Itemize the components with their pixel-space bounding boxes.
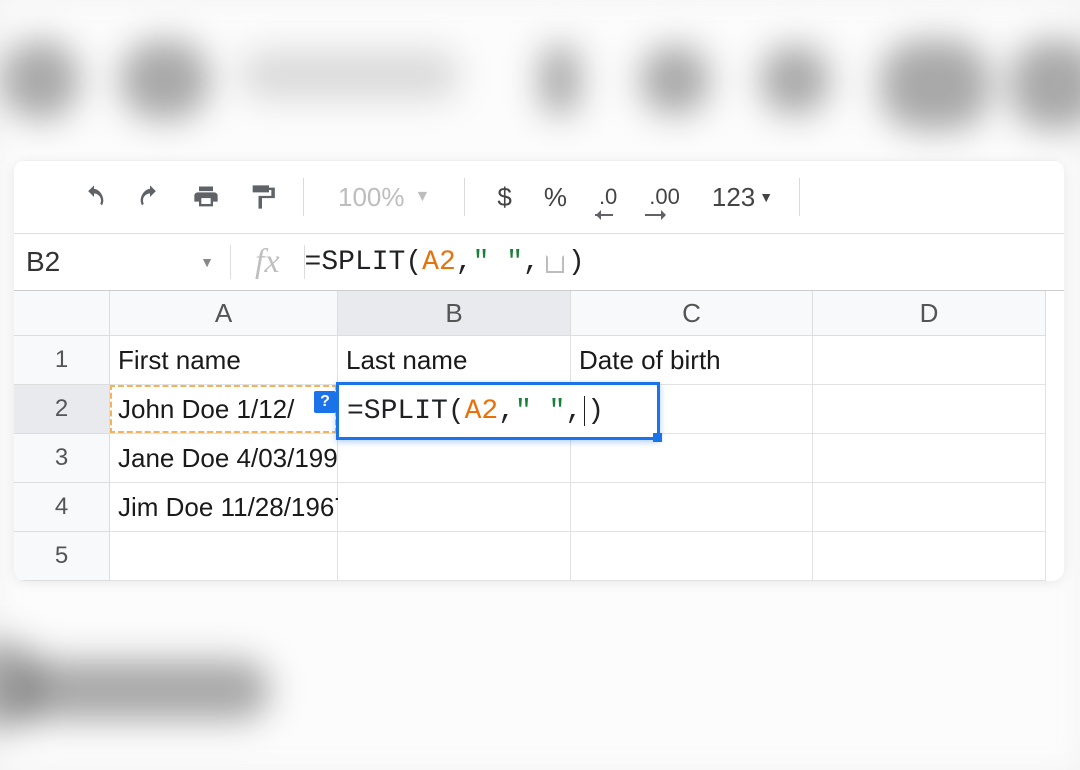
row-header-1[interactable]: 1 (14, 336, 110, 385)
chevron-down-icon: ▼ (759, 189, 773, 205)
formula-token: , (523, 247, 540, 278)
row-header-4[interactable]: 4 (14, 483, 110, 532)
redo-button[interactable] (125, 172, 175, 222)
cell-D4[interactable] (813, 483, 1046, 532)
cell-A3[interactable]: Jane Doe 4/03/1991 (110, 434, 338, 483)
separator (303, 178, 304, 216)
formula-token: ) (568, 247, 585, 278)
cell-B2[interactable]: ? =SPLIT(A2," ", ) (338, 385, 571, 434)
row-header-3[interactable]: 3 (14, 434, 110, 483)
column-header-A[interactable]: A (110, 291, 338, 336)
cell-A5[interactable] (110, 532, 338, 581)
cell-B5[interactable] (338, 532, 571, 581)
more-formats-dropdown[interactable]: 123 ▼ (702, 182, 783, 213)
spreadsheet-window: 100% ▼ $ % .0 .00 123 ▼ B2 ▼ fx =SPLIT(A… (14, 160, 1064, 581)
formula-token-string: " " (515, 396, 565, 427)
cell-A4[interactable]: Jim Doe 11/28/1967 (110, 483, 338, 532)
chevron-down-icon: ▼ (200, 254, 214, 270)
row-header-5[interactable]: 5 (14, 532, 110, 581)
format-percent-button[interactable]: % (528, 182, 583, 213)
format-currency-button[interactable]: $ (481, 182, 527, 213)
formula-row: B2 ▼ fx =SPLIT(A2," ", ) (14, 233, 1064, 291)
cell-C1[interactable]: Date of birth (571, 336, 813, 385)
column-header-C[interactable]: C (571, 291, 813, 336)
row-header-2[interactable]: 2 (14, 385, 110, 434)
zoom-value: 100% (338, 182, 405, 213)
formula-token-ref: A2 (422, 247, 456, 278)
cell-C3[interactable] (571, 434, 813, 483)
cell-B4[interactable] (338, 483, 571, 532)
formula-token: ) (587, 396, 604, 427)
decrease-decimal-button[interactable]: .0 (583, 184, 633, 210)
separator (464, 178, 465, 216)
spreadsheet-grid[interactable]: A B C D 1 First name Last name Date of b… (14, 291, 1064, 581)
formula-bar-input[interactable]: =SPLIT(A2," ", ) (305, 247, 585, 278)
number-format-group: $ % .0 .00 (481, 182, 696, 213)
formula-token-ref: A2 (465, 396, 499, 427)
cell-D1[interactable] (813, 336, 1046, 385)
zoom-dropdown[interactable]: 100% ▼ (320, 182, 448, 213)
cell-D3[interactable] (813, 434, 1046, 483)
select-all-corner[interactable] (14, 291, 110, 336)
separator (799, 178, 800, 216)
formula-help-badge[interactable]: ? (314, 391, 336, 413)
cell-D5[interactable] (813, 532, 1046, 581)
formula-token-string: " " (473, 247, 523, 278)
formula-token: =SPLIT( (347, 396, 465, 427)
cell-D2[interactable] (813, 385, 1046, 434)
more-formats-label: 123 (712, 182, 755, 213)
increase-decimal-button[interactable]: .00 (633, 184, 696, 210)
cell-editor[interactable]: =SPLIT(A2," ", ) (336, 382, 660, 440)
cell-B3[interactable] (338, 434, 571, 483)
toolbar: 100% ▼ $ % .0 .00 123 ▼ (14, 160, 1064, 233)
cell-C5[interactable] (571, 532, 813, 581)
column-header-D[interactable]: D (813, 291, 1046, 336)
cell-C4[interactable] (571, 483, 813, 532)
formula-token: , (498, 396, 515, 427)
formula-token: , (565, 396, 582, 427)
fx-icon: fx (231, 243, 304, 281)
argument-placeholder-icon (546, 255, 564, 273)
name-box[interactable]: B2 ▼ (14, 234, 230, 290)
print-button[interactable] (181, 172, 231, 222)
chevron-down-icon: ▼ (415, 188, 431, 206)
column-header-B[interactable]: B (338, 291, 571, 336)
text-cursor (584, 396, 585, 426)
cell-A1[interactable]: First name (110, 336, 338, 385)
cell-A2[interactable]: John Doe 1/12/ (110, 385, 338, 434)
undo-button[interactable] (69, 172, 119, 222)
formula-token: =SPLIT( (305, 247, 423, 278)
name-box-value: B2 (26, 246, 60, 278)
cell-B1[interactable]: Last name (338, 336, 571, 385)
paint-format-button[interactable] (237, 172, 287, 222)
formula-token: , (456, 247, 473, 278)
